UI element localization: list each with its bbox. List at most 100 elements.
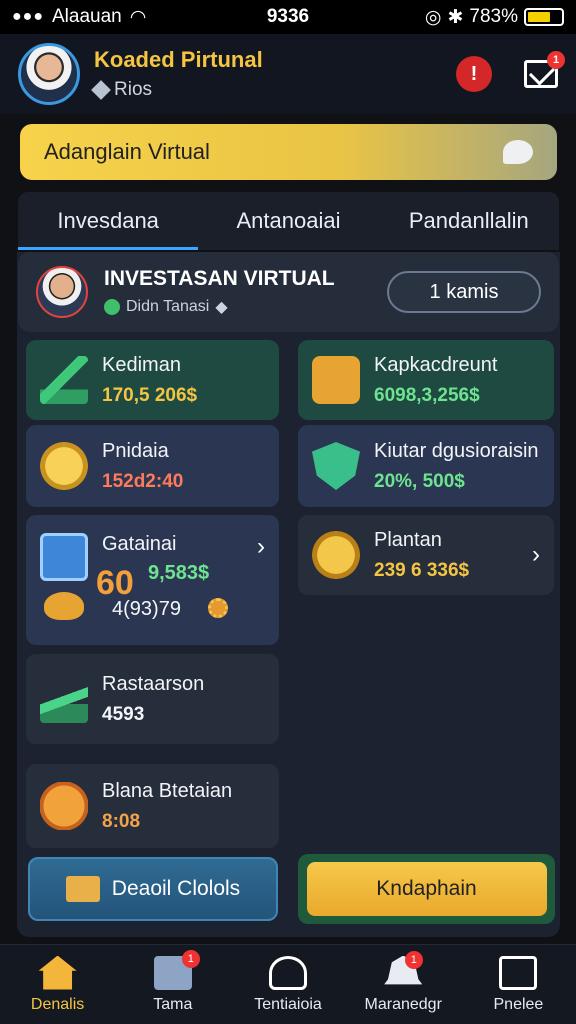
profile-title: INVESTASAN VIRTUAL [104, 267, 335, 290]
app-subtitle: Rios [91, 79, 456, 101]
time-tag-button[interactable]: 1 kamis [387, 271, 541, 313]
wifi-icon: ◠ [129, 6, 147, 28]
gatainai-sub-value: 9,583$ [148, 562, 210, 584]
confirm-button-label: Kndaphain [376, 877, 477, 900]
mail-badge: 1 [547, 51, 565, 69]
wallet-icon: 1 [153, 949, 200, 990]
status-left: ●●● Alaauan ◠ [12, 6, 212, 29]
chevron-right-icon[interactable]: › [532, 541, 540, 569]
tab-invesdana[interactable]: Invesdana [18, 192, 199, 250]
nav-label: Pnelee [493, 995, 544, 1013]
card-label: Gatainai [102, 533, 177, 555]
card-value: 152d2:40 [102, 470, 184, 492]
tab-pandanllalin[interactable]: Pandanllalin [379, 192, 559, 250]
alert-button[interactable]: ! [456, 56, 492, 92]
card-label: Plantan [374, 528, 442, 551]
signal-icon: ●●● [12, 8, 44, 25]
gem-icon: ◆ [215, 299, 228, 316]
plus-icon [104, 299, 120, 315]
nav-label: Maranedgr [364, 995, 442, 1013]
nav-label: Tama [153, 995, 193, 1013]
nav-badge: 1 [404, 951, 423, 969]
tab-antanoaiai[interactable]: Antanoaiai [198, 192, 378, 250]
tab-label: Pandanllalin [408, 208, 529, 233]
frame-icon [499, 955, 538, 990]
battery-icon [524, 8, 564, 26]
calculator-icon [40, 533, 88, 581]
card-value: 170,5 206$ [102, 384, 198, 406]
tab-bar: Invesdana Antanoaiai Pandanllalin [18, 192, 559, 250]
trend-up-icon [40, 675, 88, 723]
coin-icon [40, 442, 88, 490]
user-icon [269, 955, 307, 990]
profile-subtitle: Didn Tanasi ◆ [104, 297, 387, 317]
app-subtitle-text: Rios [114, 79, 153, 100]
card-value: 6098,3,256$ [374, 384, 480, 406]
chevron-right-icon[interactable]: › [257, 533, 265, 561]
nav-label: Denalis [30, 995, 85, 1013]
nav-item-profile[interactable]: Pnelee [461, 945, 576, 1024]
profile-avatar [36, 266, 88, 318]
carrier-label: Alaauan [52, 6, 122, 27]
status-right: ◎ ✱ 783% [364, 6, 564, 29]
header-text: Koaded Pirtunal Rios [91, 47, 456, 101]
details-button[interactable]: Deaoil Clolols [28, 857, 278, 921]
card-label: Rastaarson [102, 672, 205, 695]
tab-label: Invesdana [57, 208, 159, 233]
alert-label: ! [470, 62, 478, 85]
card-kiutar[interactable]: Kiutar dgusioraisin 20%, 500$ [298, 425, 554, 507]
app-header: Koaded Pirtunal Rios ! 1 [0, 34, 576, 114]
banner-label: Adanglain Virtual [44, 139, 210, 164]
nav-item-wallet[interactable]: 1 Tama [115, 945, 230, 1024]
avatar[interactable] [18, 43, 80, 105]
profile-text: INVESTASAN VIRTUAL Didn Tanasi ◆ [104, 267, 387, 317]
card-kediman[interactable]: Kediman 170,5 206$ [26, 340, 279, 420]
tab-label: Antanoaiai [236, 208, 341, 233]
confirm-button[interactable]: Kndaphain [306, 862, 547, 916]
home-icon [38, 955, 77, 990]
profile-card: INVESTASAN VIRTUAL Didn Tanasi ◆ 1 kamis [18, 252, 559, 332]
card-label: Kiutar dgusioraisin [374, 439, 539, 462]
lock-rotation-icon: ◎ [424, 6, 442, 28]
details-button-label: Deaoil Clolols [111, 877, 241, 900]
card-pnidaia[interactable]: Pnidaia 152d2:40 [26, 425, 279, 507]
money-bag-icon [40, 782, 88, 830]
nav-label: Tentiaioia [254, 995, 322, 1013]
shield-check-icon [312, 442, 360, 490]
bottom-nav: Denalis 1 Tama Tentiaioia 1 Maranedgr Pn… [0, 944, 576, 1024]
card-kapkan[interactable]: Kapkacdreunt 6098,3,256$ [298, 340, 554, 420]
growth-chart-icon [40, 356, 88, 404]
app-title: Koaded Pirtunal [94, 47, 263, 72]
gear-icon [208, 598, 228, 618]
diamond-icon [91, 80, 111, 100]
chat-icon[interactable] [503, 140, 533, 164]
battery-percent: 783% [469, 6, 518, 27]
status-bar: ●●● Alaauan ◠ 9336 ◎ ✱ 783% [0, 0, 576, 34]
time-tag-label: 1 kamis [429, 280, 499, 303]
cash-box-icon [312, 356, 360, 404]
nav-item-user[interactable]: Tentiaioia [230, 945, 345, 1024]
card-label: Pnidaia [102, 439, 169, 462]
card-value: 4593 [102, 703, 145, 725]
piggy-icon [44, 592, 84, 620]
bluetooth-icon: ✱ [447, 6, 464, 28]
card-label: Kapkacdreunt [374, 353, 498, 376]
mail-icon[interactable]: 1 [524, 51, 565, 88]
status-time: 9336 [266, 6, 310, 27]
card-value: 20%, 500$ [374, 470, 465, 492]
card-label: Blana Btetaian [102, 779, 233, 802]
gatainai-extra-value: 4(93)79 [112, 598, 181, 620]
card-rastaarson[interactable]: Rastaarson 4593 [26, 654, 279, 744]
virtual-banner[interactable]: Adanglain Virtual [20, 124, 557, 180]
card-value: 239 6 336$ [374, 559, 470, 581]
card-blana[interactable]: Blana Btetaian 8:08 [26, 764, 279, 848]
card-value: 8:08 [102, 810, 141, 832]
nav-item-home[interactable]: Denalis [0, 945, 115, 1024]
confirm-button-frame: Kndaphain [298, 854, 555, 924]
nav-badge: 1 [181, 949, 200, 968]
nav-item-notifications[interactable]: 1 Maranedgr [346, 945, 461, 1024]
card-plantan[interactable]: Plantan 239 6 336$ › [298, 515, 554, 595]
boxes-icon [65, 876, 100, 902]
card-label: Kediman [102, 353, 181, 376]
profile-subtitle-text: Didn Tanasi [126, 298, 210, 315]
